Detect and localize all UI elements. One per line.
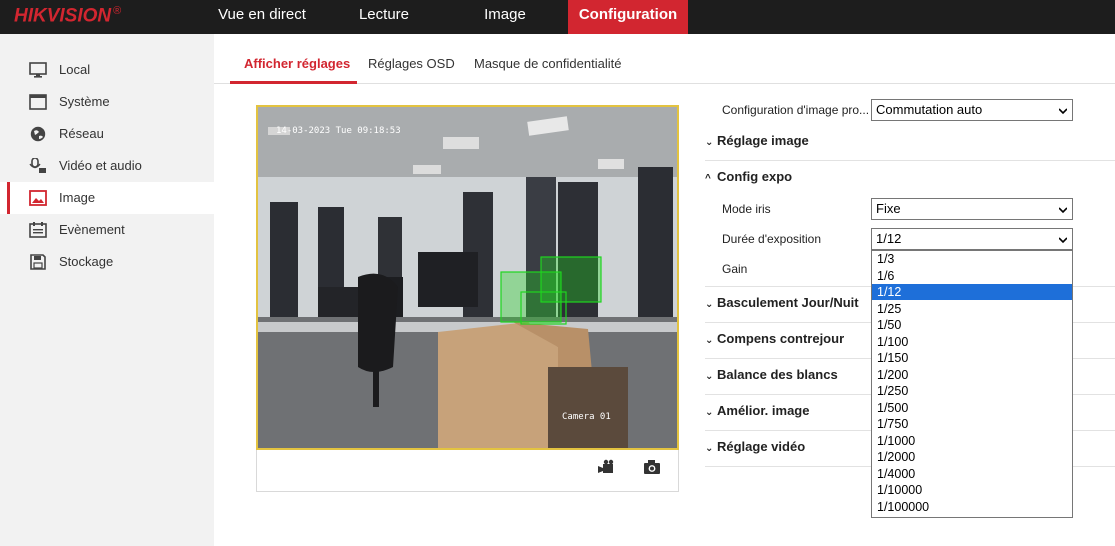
sidebar-item-storage[interactable]: Stockage <box>0 246 214 278</box>
sidebar-item-image[interactable]: Image <box>0 182 214 214</box>
sidebar-item-local[interactable]: Local <box>0 54 214 86</box>
globe-icon <box>30 126 46 142</box>
option-item[interactable]: 1/150 <box>872 350 1072 366</box>
active-tab-indicator <box>230 81 357 84</box>
option-item[interactable]: 1/3 <box>872 251 1072 267</box>
iris-mode-value: Fixe <box>876 201 901 216</box>
section-video-adjust[interactable]: ⌄ Réglage vidéo <box>705 439 805 454</box>
option-item[interactable]: 1/100000 <box>872 499 1072 515</box>
chevron-down-icon: ⌄ <box>705 371 714 382</box>
chevron-down-icon: ⌄ <box>705 335 714 346</box>
section-exposure[interactable]: ^ Config expo <box>705 169 792 184</box>
snapshot-camera-icon[interactable] <box>643 459 661 475</box>
nav-image[interactable]: Image <box>442 0 568 34</box>
section-image-adjust[interactable]: ⌄ Réglage image <box>705 133 809 148</box>
osd-camera-name: Camera 01 <box>562 412 611 422</box>
record-video-icon[interactable] <box>598 459 616 475</box>
sidebar-item-label: Evènement <box>59 222 125 237</box>
nav-playback[interactable]: Lecture <box>326 0 442 34</box>
option-item[interactable]: 1/10000 <box>872 482 1072 498</box>
live-video-preview[interactable]: 14-03-2023 Tue 09:18:53 Camera 01 <box>256 105 679 450</box>
sidebar-item-system[interactable]: Système <box>0 86 214 118</box>
section-backlight[interactable]: ⌄ Compens contrejour <box>705 331 844 346</box>
save-icon <box>30 254 46 270</box>
chevron-down-icon <box>1059 108 1067 115</box>
calendar-icon <box>29 222 47 238</box>
section-title: Amélior. image <box>717 403 810 418</box>
image-profile-label: Configuration d'image pro... <box>722 103 870 117</box>
chevron-down-icon <box>1059 207 1067 214</box>
exposure-time-options: 1/3 1/6 1/12 1/25 1/50 1/100 1/150 1/200… <box>871 250 1073 518</box>
top-bar: HIKVISION ® Vue en direct Lecture Image C… <box>0 0 1115 34</box>
nav-live-view[interactable]: Vue en direct <box>198 0 326 34</box>
sidebar-item-video-audio[interactable]: Vidéo et audio <box>0 150 214 182</box>
option-item[interactable]: 1/50 <box>872 317 1072 333</box>
hikvision-logo: HIKVISION ® <box>14 5 122 27</box>
monitor-icon <box>29 62 47 78</box>
settings-tabs: Afficher réglages Réglages OSD Masque de… <box>214 34 1115 84</box>
gain-label: Gain <box>722 262 748 276</box>
sidebar-item-network[interactable]: Réseau <box>0 118 214 150</box>
image-profile-value: Commutation auto <box>876 102 983 117</box>
chevron-down-icon: ⌄ <box>705 137 714 148</box>
divider <box>705 160 1115 161</box>
tab-privacy-mask[interactable]: Masque de confidentialité <box>474 56 621 71</box>
sidebar-item-label: Stockage <box>59 254 114 269</box>
section-title: Compens contrejour <box>717 331 845 346</box>
iris-mode-select[interactable]: Fixe <box>871 198 1073 220</box>
chevron-down-icon: ⌄ <box>705 443 714 454</box>
tab-display-settings[interactable]: Afficher réglages <box>244 56 350 71</box>
nav-configuration[interactable]: Configuration <box>568 0 688 34</box>
option-item[interactable]: 1/750 <box>872 416 1072 432</box>
option-item[interactable]: 1/2000 <box>872 449 1072 465</box>
top-navigation: Vue en direct Lecture Image Configuratio… <box>198 0 688 34</box>
chevron-down-icon: ⌄ <box>705 299 714 310</box>
section-image-enhance[interactable]: ⌄ Amélior. image <box>705 403 809 418</box>
mic-camera-icon <box>29 158 46 173</box>
section-day-night[interactable]: ⌄ Basculement Jour/Nuit <box>705 295 859 310</box>
option-item[interactable]: 1/4000 <box>872 466 1072 482</box>
option-item[interactable]: 1/1000 <box>872 433 1072 449</box>
exposure-time-value: 1/12 <box>876 231 902 246</box>
option-item-selected[interactable]: 1/12 <box>872 284 1072 300</box>
option-item[interactable]: 1/500 <box>872 400 1072 416</box>
section-title: Basculement Jour/Nuit <box>717 295 859 310</box>
option-item[interactable]: 1/250 <box>872 383 1072 399</box>
sidebar-item-event[interactable]: Evènement <box>0 214 214 246</box>
sidebar-item-label: Image <box>59 190 96 205</box>
camera-scene <box>258 107 677 448</box>
option-item[interactable]: 1/25 <box>872 301 1072 317</box>
sidebar-item-label: Vidéo et audio <box>59 158 142 173</box>
iris-mode-label: Mode iris <box>722 202 771 216</box>
option-item[interactable]: 1/100 <box>872 334 1072 350</box>
sidebar-item-label: Réseau <box>59 126 104 141</box>
chevron-up-icon: ^ <box>705 173 711 184</box>
exposure-time-select[interactable]: 1/12 <box>871 228 1073 250</box>
section-title: Balance des blancs <box>717 367 838 382</box>
image-profile-select[interactable]: Commutation auto <box>871 99 1073 121</box>
sidebar: Local Système Réseau Vidéo et audio Imag… <box>0 34 214 546</box>
chevron-down-icon: ⌄ <box>705 407 714 418</box>
sidebar-item-label: Système <box>59 94 110 109</box>
chevron-down-icon <box>1059 237 1067 244</box>
exposure-time-label: Durée d'exposition <box>722 232 822 246</box>
osd-date-time: 14-03-2023 Tue 09:18:53 <box>276 126 401 136</box>
section-white-balance[interactable]: ⌄ Balance des blancs <box>705 367 838 382</box>
image-icon <box>29 190 47 206</box>
section-title: Réglage image <box>717 133 809 148</box>
option-item[interactable]: 1/200 <box>872 367 1072 383</box>
system-icon <box>29 94 47 110</box>
option-item[interactable]: 1/6 <box>872 268 1072 284</box>
section-title: Config expo <box>717 169 793 184</box>
sidebar-item-label: Local <box>59 62 91 77</box>
section-title: Réglage vidéo <box>717 439 806 454</box>
tab-osd-settings[interactable]: Réglages OSD <box>368 56 455 71</box>
